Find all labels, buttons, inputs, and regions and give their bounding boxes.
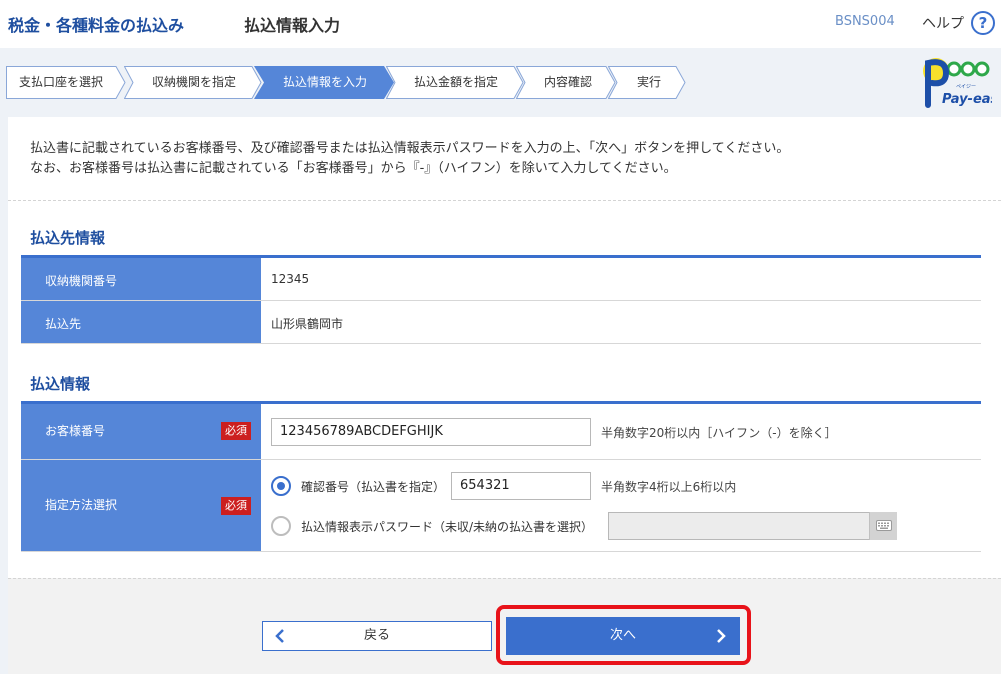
customer-number-input[interactable]: 123456789ABCDEFGHIJK — [271, 418, 591, 446]
confirmation-number-input[interactable]: 654321 — [451, 472, 591, 500]
step-enter-payment-info: 払込情報を入力 — [254, 66, 394, 99]
customer-number-hint: 半角数字20桁以内［ハイフン（-）を除く］ — [601, 426, 837, 440]
chevron-right-icon — [717, 629, 726, 643]
customer-number-label: お客様番号 — [45, 424, 106, 438]
step-specify-amount: 払込金額を指定 — [386, 66, 524, 99]
step-execute: 実行 — [608, 66, 686, 99]
payee-section-title: 払込先情報 — [30, 229, 106, 247]
divider — [8, 200, 1001, 201]
page-subtitle: 払込情報入力 — [244, 16, 341, 35]
step-specify-agency: 収納機関を指定 — [124, 66, 262, 99]
page-title: 税金・各種料金の払込み — [8, 16, 185, 35]
display-password-input[interactable] — [608, 512, 870, 540]
next-button-label: 次へ — [609, 628, 636, 643]
help-link[interactable]: ヘルプ — [922, 13, 964, 33]
step-progress: 支払口座を選択 収納機関を指定 払込情報を入力 払込金額を指定 内容確認 実行 — [6, 66, 686, 99]
agency-number-label: 収納機関番号 — [45, 274, 118, 288]
confirmation-number-option-label[interactable]: 確認番号（払込書を指定） — [301, 478, 445, 495]
agency-number-value: 12345 — [271, 272, 310, 286]
screen-code: BSNS004 — [835, 14, 895, 29]
instructions: 払込書に記載されているお客様番号、及び確認番号または払込情報表示パスワードを入力… — [30, 139, 789, 179]
back-button[interactable]: 戻る — [262, 621, 492, 651]
logo-kana: ペイジー — [956, 84, 976, 90]
required-badge: 必須 — [221, 497, 251, 515]
table-row: 収納機関番号 12345 — [21, 258, 981, 301]
help-icon[interactable]: ? — [971, 11, 995, 35]
next-button[interactable]: 次へ — [506, 617, 740, 655]
page-header: 税金・各種料金の払込み 払込情報入力 BSNS004 ヘルプ ? — [0, 0, 1001, 48]
required-badge: 必須 — [221, 422, 251, 440]
instruction-line-2: なお、お客様番号は払込書に記載されている「お客様番号」から『-』（ハイフン）を除… — [30, 161, 677, 176]
display-password-option-label[interactable]: 払込情報表示パスワード（未収/未納の払込書を選択） — [301, 518, 593, 535]
radio-display-password[interactable] — [271, 516, 291, 536]
pay-easy-logo: Pay-easy ペイジー — [918, 53, 1001, 109]
payee-table: 収納機関番号 12345 払込先 山形県鶴岡市 — [21, 255, 981, 344]
payee-label: 払込先 — [45, 317, 82, 331]
step-select-account: 支払口座を選択 — [6, 66, 126, 99]
confirmation-number-hint: 半角数字4桁以上6桁以内 — [601, 480, 737, 494]
step-confirm: 内容確認 — [516, 66, 616, 99]
table-row: お客様番号 必須 123456789ABCDEFGHIJK 半角数字20桁以内［… — [21, 404, 981, 460]
chevron-left-icon — [275, 629, 284, 643]
payment-table: お客様番号 必須 123456789ABCDEFGHIJK 半角数字20桁以内［… — [21, 401, 981, 552]
method-label: 指定方法選択 — [45, 498, 118, 512]
logo-text: Pay-easy — [942, 92, 992, 107]
software-keyboard-icon[interactable] — [869, 512, 897, 540]
table-row: 指定方法選択 必須 確認番号（払込書を指定） 654321 半角数字4桁以上6桁… — [21, 460, 981, 552]
table-row: 払込先 山形県鶴岡市 — [21, 301, 981, 344]
back-button-label: 戻る — [363, 628, 390, 643]
payment-section-title: 払込情報 — [30, 375, 91, 393]
instruction-line-1: 払込書に記載されているお客様番号、及び確認番号または払込情報表示パスワードを入力… — [30, 141, 790, 156]
radio-confirmation-number[interactable] — [271, 476, 291, 496]
payee-value: 山形県鶴岡市 — [271, 317, 344, 331]
